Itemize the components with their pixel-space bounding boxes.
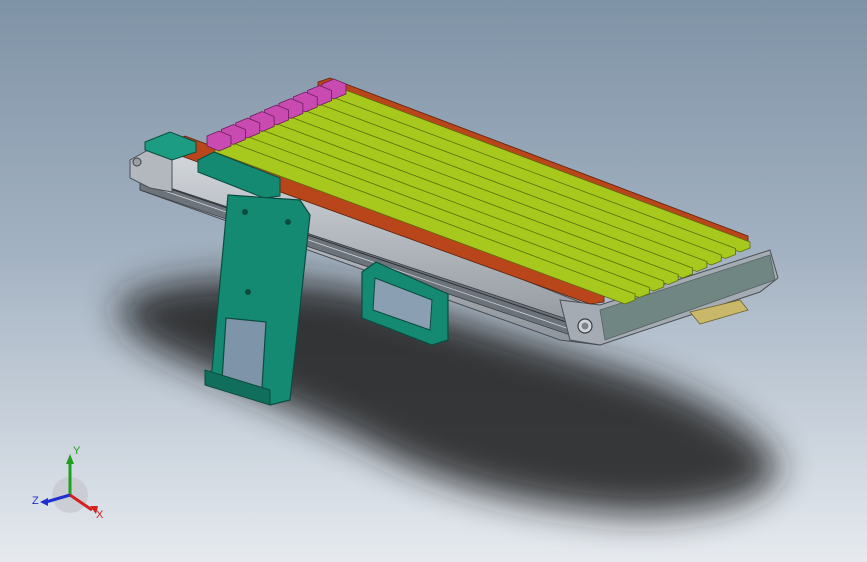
cad-viewport[interactable]: Y X Z: [0, 0, 867, 562]
z-axis-arrow: [40, 498, 48, 506]
z-axis-label: Z: [32, 495, 39, 507]
x-axis-label: X: [96, 509, 104, 521]
orientation-triad[interactable]: Y X Z: [30, 440, 110, 530]
3d-model-canvas[interactable]: [0, 0, 867, 562]
y-axis-label: Y: [73, 445, 81, 457]
